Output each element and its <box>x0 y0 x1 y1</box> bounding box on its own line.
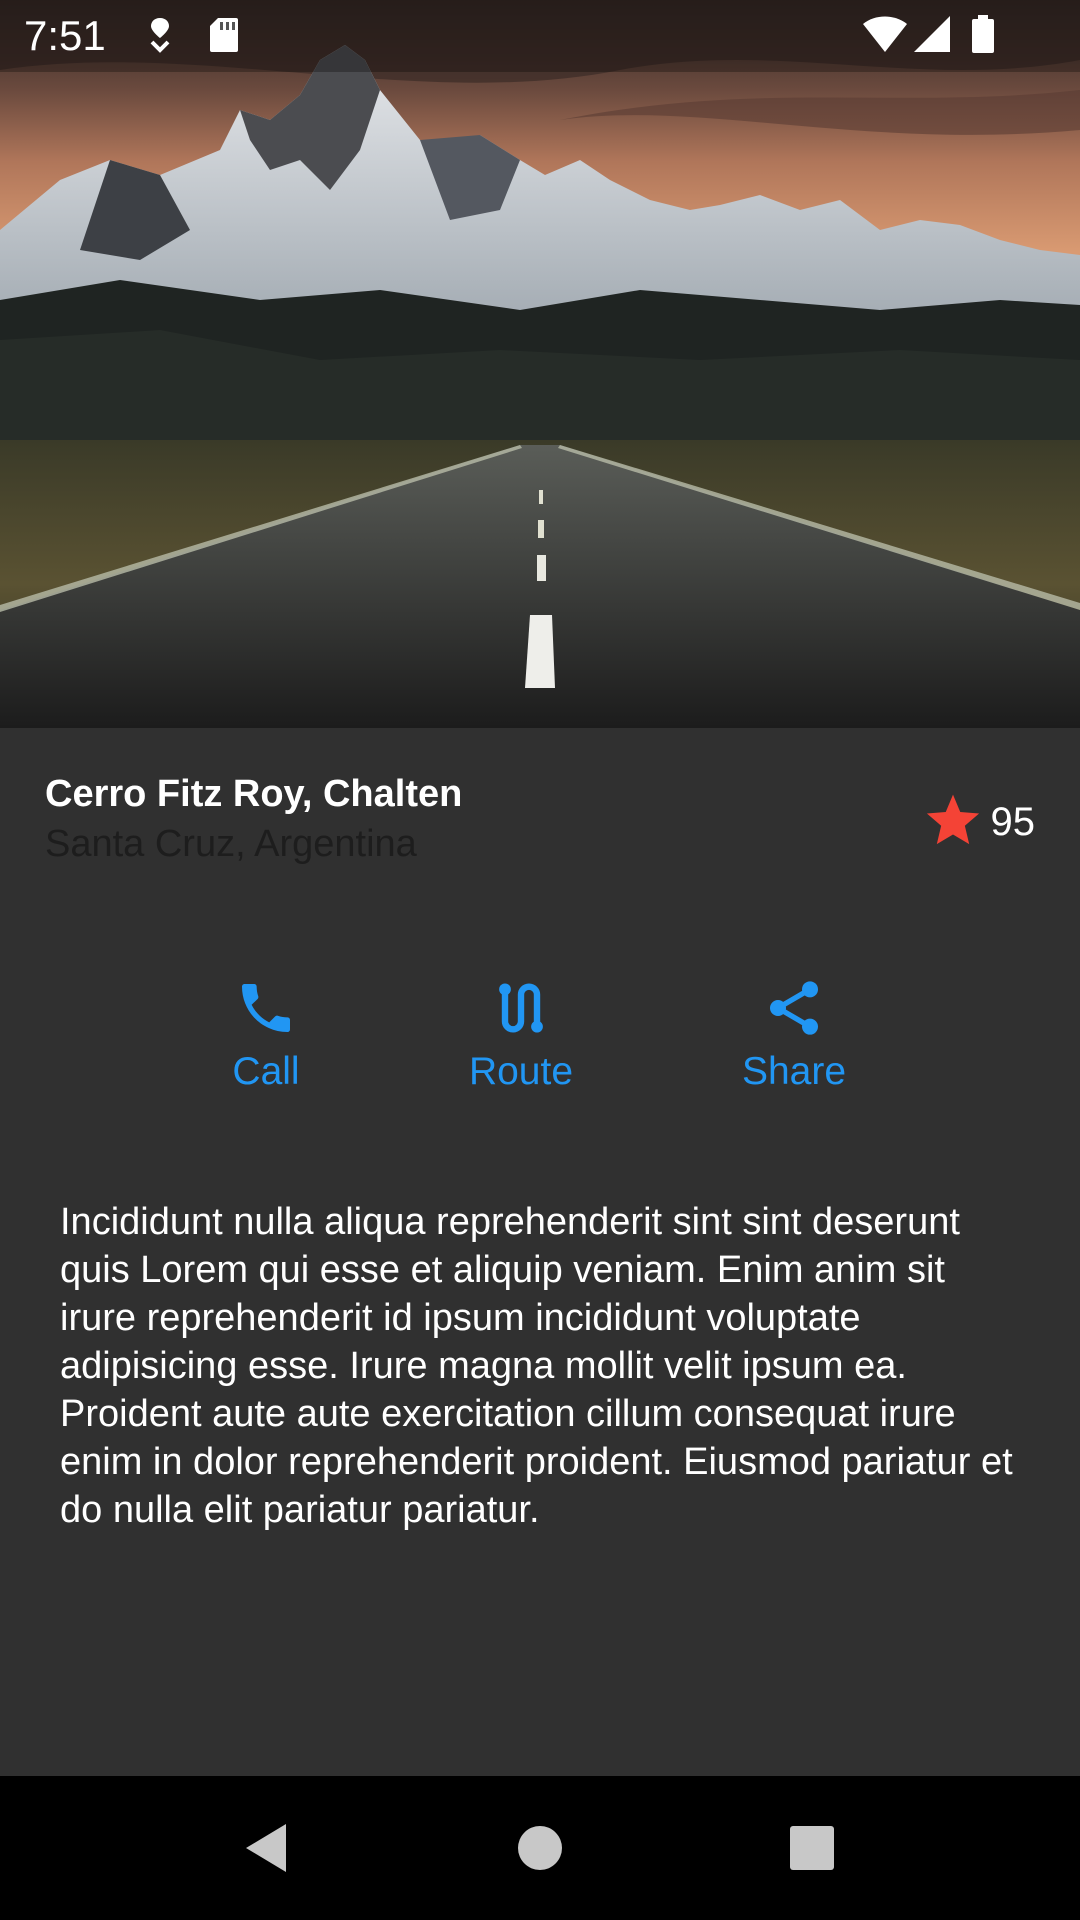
share-icon <box>714 976 874 1040</box>
navigation-bar <box>0 1776 1080 1920</box>
app-screen: 7:51 Cerro Fitz Roy, Chalten Santa Cruz,… <box>0 0 1080 1920</box>
hero-image <box>0 0 1080 728</box>
rating-count: 95 <box>990 799 1036 844</box>
description-text: Incididunt nulla aliqua reprehenderit si… <box>60 1201 1013 1531</box>
status-bar: 7:51 <box>0 0 1080 72</box>
cell-signal-icon <box>912 14 952 54</box>
status-time: 7:51 <box>24 12 106 59</box>
sd-card-icon <box>208 14 240 54</box>
wifi-icon <box>862 14 908 54</box>
route-button[interactable]: Route <box>441 976 601 1096</box>
share-label: Share <box>741 1050 847 1093</box>
call-label: Call <box>232 1050 300 1093</box>
place-title: Cerro Fitz Roy, Chalten <box>45 773 463 815</box>
phone-icon <box>186 976 346 1040</box>
back-icon[interactable] <box>240 1820 296 1876</box>
recents-icon[interactable] <box>784 1820 840 1876</box>
route-label: Route <box>468 1050 574 1093</box>
share-button[interactable]: Share <box>714 976 874 1096</box>
battery-icon <box>970 14 996 54</box>
call-button[interactable]: Call <box>186 976 346 1096</box>
location-pin-icon <box>146 14 174 54</box>
rating[interactable]: 95 <box>923 790 1036 854</box>
star-icon[interactable] <box>923 791 983 854</box>
route-icon <box>441 976 601 1040</box>
place-subtitle: Santa Cruz, Argentina <box>45 823 417 865</box>
home-icon[interactable] <box>512 1820 568 1876</box>
